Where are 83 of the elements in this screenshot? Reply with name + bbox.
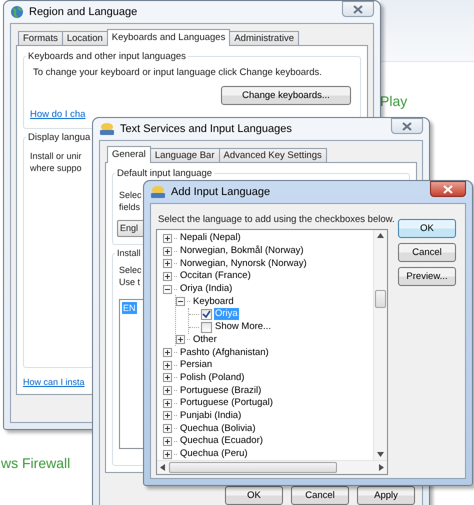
checkbox[interactable] (201, 308, 212, 320)
instruction-text: Select the language to add using the checkboxes below. (157, 213, 395, 226)
dialog-button[interactable]: Preview... (398, 267, 456, 286)
close-icon (353, 4, 363, 14)
expand-icon[interactable] (163, 386, 172, 396)
scroll-thumb[interactable] (375, 290, 386, 308)
help-link[interactable]: How can I insta (23, 377, 85, 387)
tab[interactable]: Administrative (229, 31, 300, 46)
group-label: Install (115, 248, 143, 259)
expand-icon[interactable] (163, 259, 172, 268)
collapse-icon[interactable] (163, 284, 172, 294)
link-text: ws Firewall (1, 455, 70, 472)
dialog-button[interactable]: OK (225, 486, 283, 504)
tab[interactable]: General (107, 146, 151, 163)
tree-item[interactable]: Portuguese (Brazil) (179, 384, 262, 397)
tree-item[interactable]: Oriya (India) (179, 283, 234, 296)
description-text: Use t (119, 276, 140, 288)
close-icon (443, 184, 453, 194)
window-title: Text Services and Input Languages (120, 122, 293, 136)
tab[interactable]: Language Bar (150, 148, 220, 163)
description-text: where suppo (30, 162, 82, 174)
expand-icon[interactable] (163, 348, 172, 358)
tree-item[interactable]: Occitan (France) (179, 270, 252, 282)
tree-item[interactable]: Quechua (Peru) (179, 448, 249, 460)
horizontal-scrollbar[interactable] (157, 460, 387, 474)
scroll-left-icon[interactable] (160, 464, 165, 471)
expand-icon[interactable] (176, 335, 185, 344)
description-text: Install or unir (30, 150, 82, 162)
close-button[interactable] (342, 1, 374, 17)
scroll-down-icon[interactable] (377, 452, 384, 457)
expand-icon[interactable] (163, 411, 172, 420)
tree-item[interactable]: Persian (179, 359, 214, 372)
group-label: Display langua (26, 132, 92, 143)
tab[interactable]: Keyboards and Languages (106, 29, 230, 46)
expand-icon[interactable] (163, 398, 172, 408)
dialog-button[interactable]: Cancel (398, 243, 456, 262)
close-icon (402, 122, 412, 130)
window-title: Region and Language (29, 6, 138, 18)
tree-item[interactable]: Other (192, 334, 218, 346)
group-label: Default input language (115, 168, 214, 179)
tab[interactable]: Advanced Key Settings (218, 148, 327, 163)
tree-item[interactable]: Norwegian, Bokmål (Norway) (179, 245, 305, 258)
group-label: Keyboards and other input languages (26, 51, 188, 62)
globe-icon (10, 5, 24, 19)
scroll-thumb[interactable] (169, 462, 337, 473)
tree-item[interactable]: Portuguese (Portugal) (179, 397, 274, 410)
description-text: To change your keyboard or input language click Change keyboards. (32, 67, 322, 79)
expand-icon[interactable] (163, 360, 172, 370)
tree-item[interactable]: Quechua (Ecuador) (179, 435, 264, 448)
dialog-button[interactable]: Apply (357, 486, 415, 504)
window-title: Add Input Language (171, 186, 272, 198)
dialog-button[interactable]: Cancel (291, 486, 349, 504)
scroll-up-icon[interactable] (377, 233, 384, 238)
close-button[interactable] (391, 118, 423, 134)
tree-item[interactable]: Keyboard (192, 296, 235, 308)
tree-item[interactable]: Polish (Poland) (179, 372, 246, 384)
description-text: Selec (119, 189, 142, 201)
dialog-button[interactable]: OK (398, 219, 456, 238)
help-link[interactable]: How do I cha (30, 109, 86, 120)
tree-item[interactable]: Pashto (Afghanistan) (179, 346, 270, 359)
tree-item[interactable]: Norwegian, Nynorsk (Norway) (179, 258, 308, 270)
expand-icon[interactable] (163, 424, 172, 434)
change-keyboards-button[interactable]: Change keyboards... (221, 86, 351, 105)
expand-icon[interactable] (163, 436, 172, 446)
collapse-icon[interactable] (176, 297, 185, 306)
scroll-right-icon[interactable] (379, 464, 384, 471)
expand-icon[interactable] (163, 373, 172, 382)
expand-icon[interactable] (163, 450, 172, 459)
tree-item[interactable]: Quechua (Bolivia) (179, 422, 257, 435)
expand-icon[interactable] (163, 246, 172, 256)
link-text: Play (380, 93, 408, 110)
checkbox[interactable] (201, 322, 212, 333)
expand-icon[interactable] (163, 272, 172, 281)
description-text: fields (119, 201, 140, 213)
close-button[interactable] (430, 181, 466, 197)
expand-icon[interactable] (163, 234, 172, 243)
vertical-scrollbar[interactable] (373, 230, 387, 460)
tab[interactable]: Location (62, 31, 108, 46)
tree-item[interactable]: Show More... (214, 321, 272, 334)
tree-item[interactable]: Nepali (Nepal) (179, 232, 242, 244)
tree-item[interactable]: Punjabi (India) (179, 410, 242, 422)
tab[interactable]: Formats (18, 31, 63, 46)
description-text: Selec (119, 264, 142, 276)
